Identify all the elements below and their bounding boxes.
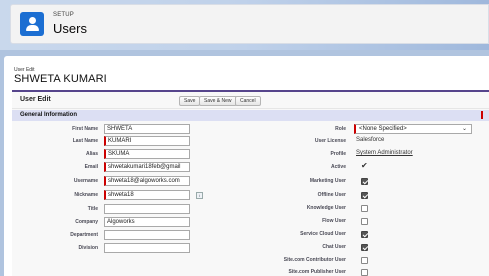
profile-link[interactable]: System Administrator: [356, 150, 413, 156]
section-general-information: General Information: [12, 110, 489, 121]
setup-eyebrow: SETUP: [53, 12, 75, 18]
alias-field[interactable]: SKUMA: [104, 149, 190, 159]
site-publisher-label: Site.com Publisher User: [288, 269, 346, 275]
profile-label: Profile: [330, 151, 346, 157]
flow-user-checkbox[interactable]: [361, 218, 368, 225]
chevron-down-icon: ⌄: [461, 126, 467, 132]
required-info-marker: [481, 111, 483, 119]
offline-user-label: Offline User: [317, 192, 346, 198]
user-icon-body: [25, 25, 39, 31]
email-field[interactable]: shwetakumari18feb@gmail: [104, 162, 190, 172]
offline-user-checkbox[interactable]: [361, 192, 368, 199]
alias-label: Alias: [86, 151, 98, 157]
section-title: General Information: [20, 112, 78, 118]
save-and-new-button[interactable]: Save & New: [199, 96, 237, 106]
user-license-value: Salesforce: [356, 137, 385, 143]
setup-header-card: SETUP Users: [10, 4, 489, 44]
title-field[interactable]: [104, 204, 190, 214]
marketing-user-checkbox[interactable]: [361, 178, 368, 185]
department-label: Department: [70, 232, 98, 238]
site-contributor-label: Site.com Contributor User: [283, 257, 346, 263]
last-name-field[interactable]: KUMARI: [104, 136, 190, 146]
marketing-user-label: Marketing User: [309, 178, 346, 184]
last-name-label: Last Name: [72, 138, 98, 144]
save-button[interactable]: Save: [179, 96, 201, 106]
site-contributor-checkbox[interactable]: [361, 257, 368, 264]
user-icon: [20, 12, 44, 36]
company-field[interactable]: Algoworks: [104, 217, 190, 227]
knowledge-user-label: Knowledge User: [306, 205, 346, 211]
flow-user-label: Flow User: [322, 218, 346, 224]
username-label: Username: [73, 178, 98, 184]
role-select-value: <None Specified>: [359, 126, 407, 132]
cancel-button[interactable]: Cancel: [235, 96, 261, 106]
page-title: SHWETA KUMARI: [14, 73, 107, 85]
active-check-icon: ✔: [361, 161, 368, 170]
main-content: User Edit SHWETA KUMARI User Edit Save S…: [4, 56, 489, 276]
service-cloud-user-label: Service Cloud User: [300, 231, 346, 237]
user-icon-head: [28, 17, 36, 24]
knowledge-user-checkbox[interactable]: [361, 205, 368, 212]
division-field[interactable]: [104, 243, 190, 253]
division-label: Division: [78, 245, 98, 251]
first-name-label: First Name: [72, 126, 98, 132]
chat-user-label: Chat User: [322, 244, 346, 250]
nickname-field[interactable]: shweta18: [104, 190, 190, 200]
company-label: Company: [75, 219, 98, 225]
title-label: Title: [87, 206, 98, 212]
chat-user-checkbox[interactable]: [361, 244, 368, 251]
edit-title: User Edit: [20, 96, 51, 103]
nickname-label: Nickname: [74, 192, 98, 198]
department-field[interactable]: [104, 230, 190, 240]
info-icon[interactable]: i: [196, 192, 203, 199]
edit-header: User Edit Save Save & New Cancel: [12, 92, 489, 109]
username-field[interactable]: shweta18@algoworks.com: [104, 176, 190, 186]
setup-banner: SETUP Users: [0, 0, 489, 50]
email-label: Email: [84, 164, 98, 170]
service-cloud-user-checkbox[interactable]: [361, 231, 368, 238]
user-license-label: User License: [314, 138, 346, 144]
site-publisher-checkbox[interactable]: [361, 269, 368, 276]
first-name-field[interactable]: SHWETA: [104, 124, 190, 134]
setup-title: Users: [53, 21, 87, 36]
active-label: Active: [330, 164, 346, 170]
role-label: Role: [335, 126, 346, 132]
role-select[interactable]: <None Specified> ⌄: [354, 124, 472, 134]
